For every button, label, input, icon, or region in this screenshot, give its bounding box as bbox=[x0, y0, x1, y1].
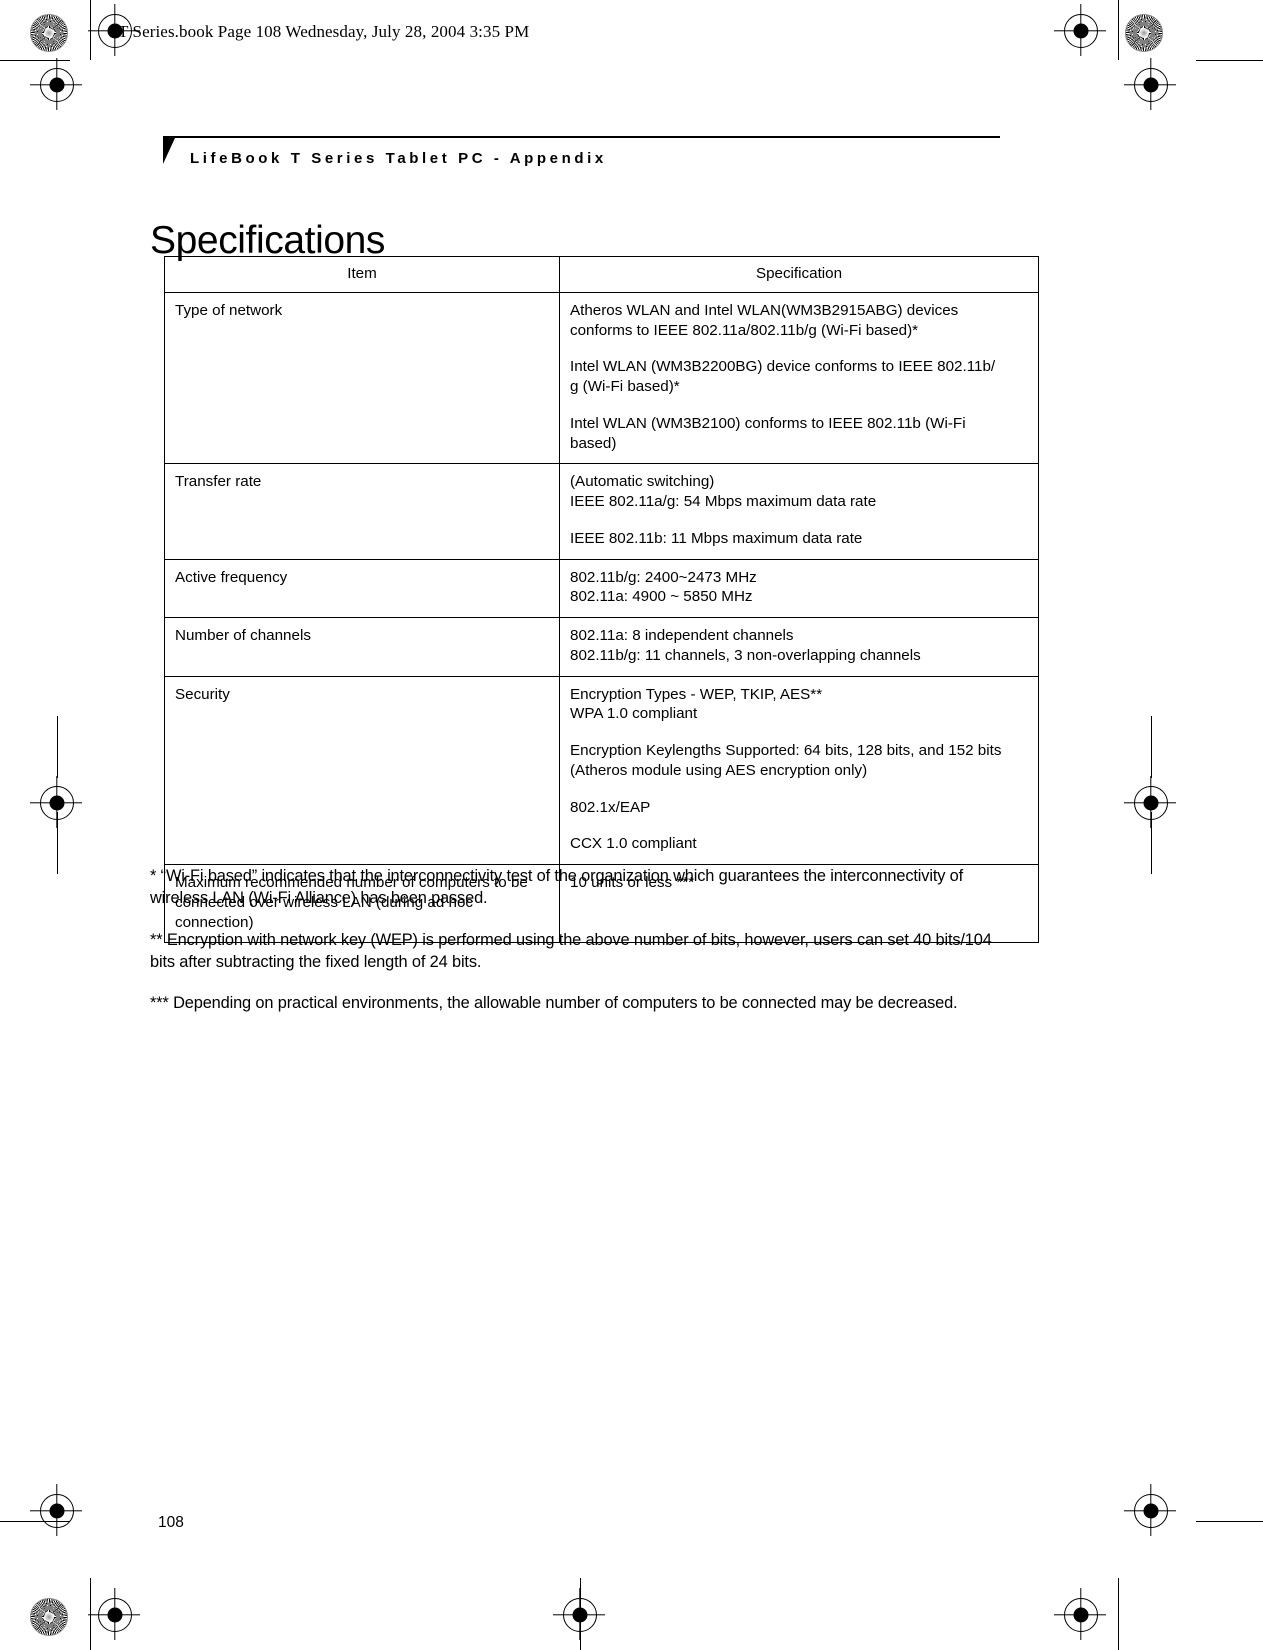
spec-line: Encryption Keylengths Supported: 64 bits… bbox=[570, 742, 1002, 759]
spec-line: Intel WLAN (WM3B2200BG) device conforms … bbox=[570, 358, 996, 376]
column-header-specification: Specification bbox=[559, 256, 1039, 293]
table-row: Number of channels 802.11a: 8 independen… bbox=[164, 617, 1039, 677]
footnotes-block: * “Wi-Fi based” indicates that the inter… bbox=[150, 865, 995, 1034]
spec-line: based) bbox=[570, 434, 617, 452]
footnote-triple-asterisk: *** Depending on practical environments,… bbox=[150, 994, 958, 1013]
table-row: Type of network Atheros WLAN and Intel W… bbox=[164, 291, 1039, 465]
table-header-row: Item Specification bbox=[164, 256, 1039, 293]
spec-line: Encryption Types - WEP, TKIP, AES** bbox=[570, 685, 823, 703]
row-spec-value: (Automatic switching) IEEE 802.11a/g: 54… bbox=[559, 463, 1039, 560]
spec-paragraph: 802.11b/g: 2400~2473 MHz 802.11a: 4900 ~… bbox=[570, 568, 1028, 608]
row-spec-value: 802.11b/g: 2400~2473 MHz 802.11a: 4900 ~… bbox=[559, 558, 1039, 618]
spec-line: 802.11b/g: 11 channels, 3 non-overlappin… bbox=[570, 646, 921, 664]
footnote-double-asterisk: ** Encryption with network key (WEP) is … bbox=[150, 930, 992, 971]
spec-line: g (Wi-Fi based)* bbox=[570, 378, 680, 395]
header-corner-tab-icon bbox=[163, 138, 175, 164]
header-rule bbox=[163, 136, 1000, 138]
table-row: Active frequency 802.11b/g: 2400~2473 MH… bbox=[164, 558, 1039, 618]
spec-line: conforms to IEEE 802.11a/802.11b/g (Wi-F… bbox=[570, 321, 919, 339]
row-item-label: Type of network bbox=[164, 291, 560, 465]
row-item-label: Active frequency bbox=[164, 558, 560, 618]
spec-line: (Automatic switching) bbox=[570, 473, 715, 491]
table-row: Transfer rate (Automatic switching) IEEE… bbox=[164, 463, 1039, 560]
spec-line: (Atheros module using AES encryption onl… bbox=[570, 761, 868, 779]
spec-paragraph: 802.1x/EAP bbox=[570, 798, 1028, 818]
row-item-label: Number of channels bbox=[164, 617, 560, 677]
spec-paragraph: Encryption Types - WEP, TKIP, AES** WPA … bbox=[570, 685, 1028, 725]
spec-paragraph: Atheros WLAN and Intel WLAN(WM3B2915ABG)… bbox=[570, 301, 1028, 341]
column-header-item: Item bbox=[164, 256, 560, 293]
spec-line: 802.11a: 8 independent channels bbox=[570, 627, 794, 644]
spec-line: 802.1x/EAP bbox=[570, 798, 651, 816]
spec-paragraph: (Automatic switching) IEEE 802.11a/g: 54… bbox=[570, 472, 1028, 512]
spec-line: IEEE 802.11a/g: 54 Mbps maximum data rat… bbox=[570, 493, 877, 510]
row-item-label: Transfer rate bbox=[164, 463, 560, 560]
row-spec-value: Atheros WLAN and Intel WLAN(WM3B2915ABG)… bbox=[559, 291, 1039, 465]
footnote-single-asterisk: * “Wi-Fi based” indicates that the inter… bbox=[150, 867, 964, 908]
chapter-heading: LifeBook T Series Tablet PC - Appendix bbox=[190, 150, 607, 167]
document-page: T Series.book Page 108 Wednesday, July 2… bbox=[0, 0, 1263, 1650]
spec-line: 802.11b/g: 2400~2473 MHz bbox=[570, 568, 757, 586]
page-number: 108 bbox=[158, 1514, 184, 1531]
spec-line: WPA 1.0 compliant bbox=[570, 705, 698, 723]
spec-line: Atheros WLAN and Intel WLAN(WM3B2915ABG)… bbox=[570, 301, 959, 319]
specifications-table: Item Specification Type of network Ather… bbox=[164, 256, 1039, 944]
spec-paragraph: CCX 1.0 compliant bbox=[570, 834, 1028, 854]
row-spec-value: Encryption Types - WEP, TKIP, AES** WPA … bbox=[559, 675, 1039, 865]
spec-paragraph: IEEE 802.11b: 11 Mbps maximum data rate bbox=[570, 529, 1028, 549]
spec-paragraph: Intel WLAN (WM3B2200BG) device conforms … bbox=[570, 357, 1028, 397]
row-item-label: Security bbox=[164, 675, 560, 865]
row-spec-value: 802.11a: 8 independent channels 802.11b/… bbox=[559, 617, 1039, 677]
spec-line: IEEE 802.11b: 11 Mbps maximum data rate bbox=[570, 529, 863, 547]
table-body: Type of network Atheros WLAN and Intel W… bbox=[164, 291, 1039, 944]
table-row: Security Encryption Types - WEP, TKIP, A… bbox=[164, 675, 1039, 865]
file-date-stamp: T Series.book Page 108 Wednesday, July 2… bbox=[118, 22, 530, 41]
spec-line: CCX 1.0 compliant bbox=[570, 835, 697, 853]
spec-paragraph: 802.11a: 8 independent channels 802.11b/… bbox=[570, 626, 1028, 666]
spec-line: Intel WLAN (WM3B2100) conforms to IEEE 8… bbox=[570, 414, 966, 432]
spec-paragraph: Intel WLAN (WM3B2100) conforms to IEEE 8… bbox=[570, 414, 1028, 454]
spec-paragraph: Encryption Keylengths Supported: 64 bits… bbox=[570, 741, 1028, 781]
spec-line: 802.11a: 4900 ~ 5850 MHz bbox=[570, 588, 753, 606]
